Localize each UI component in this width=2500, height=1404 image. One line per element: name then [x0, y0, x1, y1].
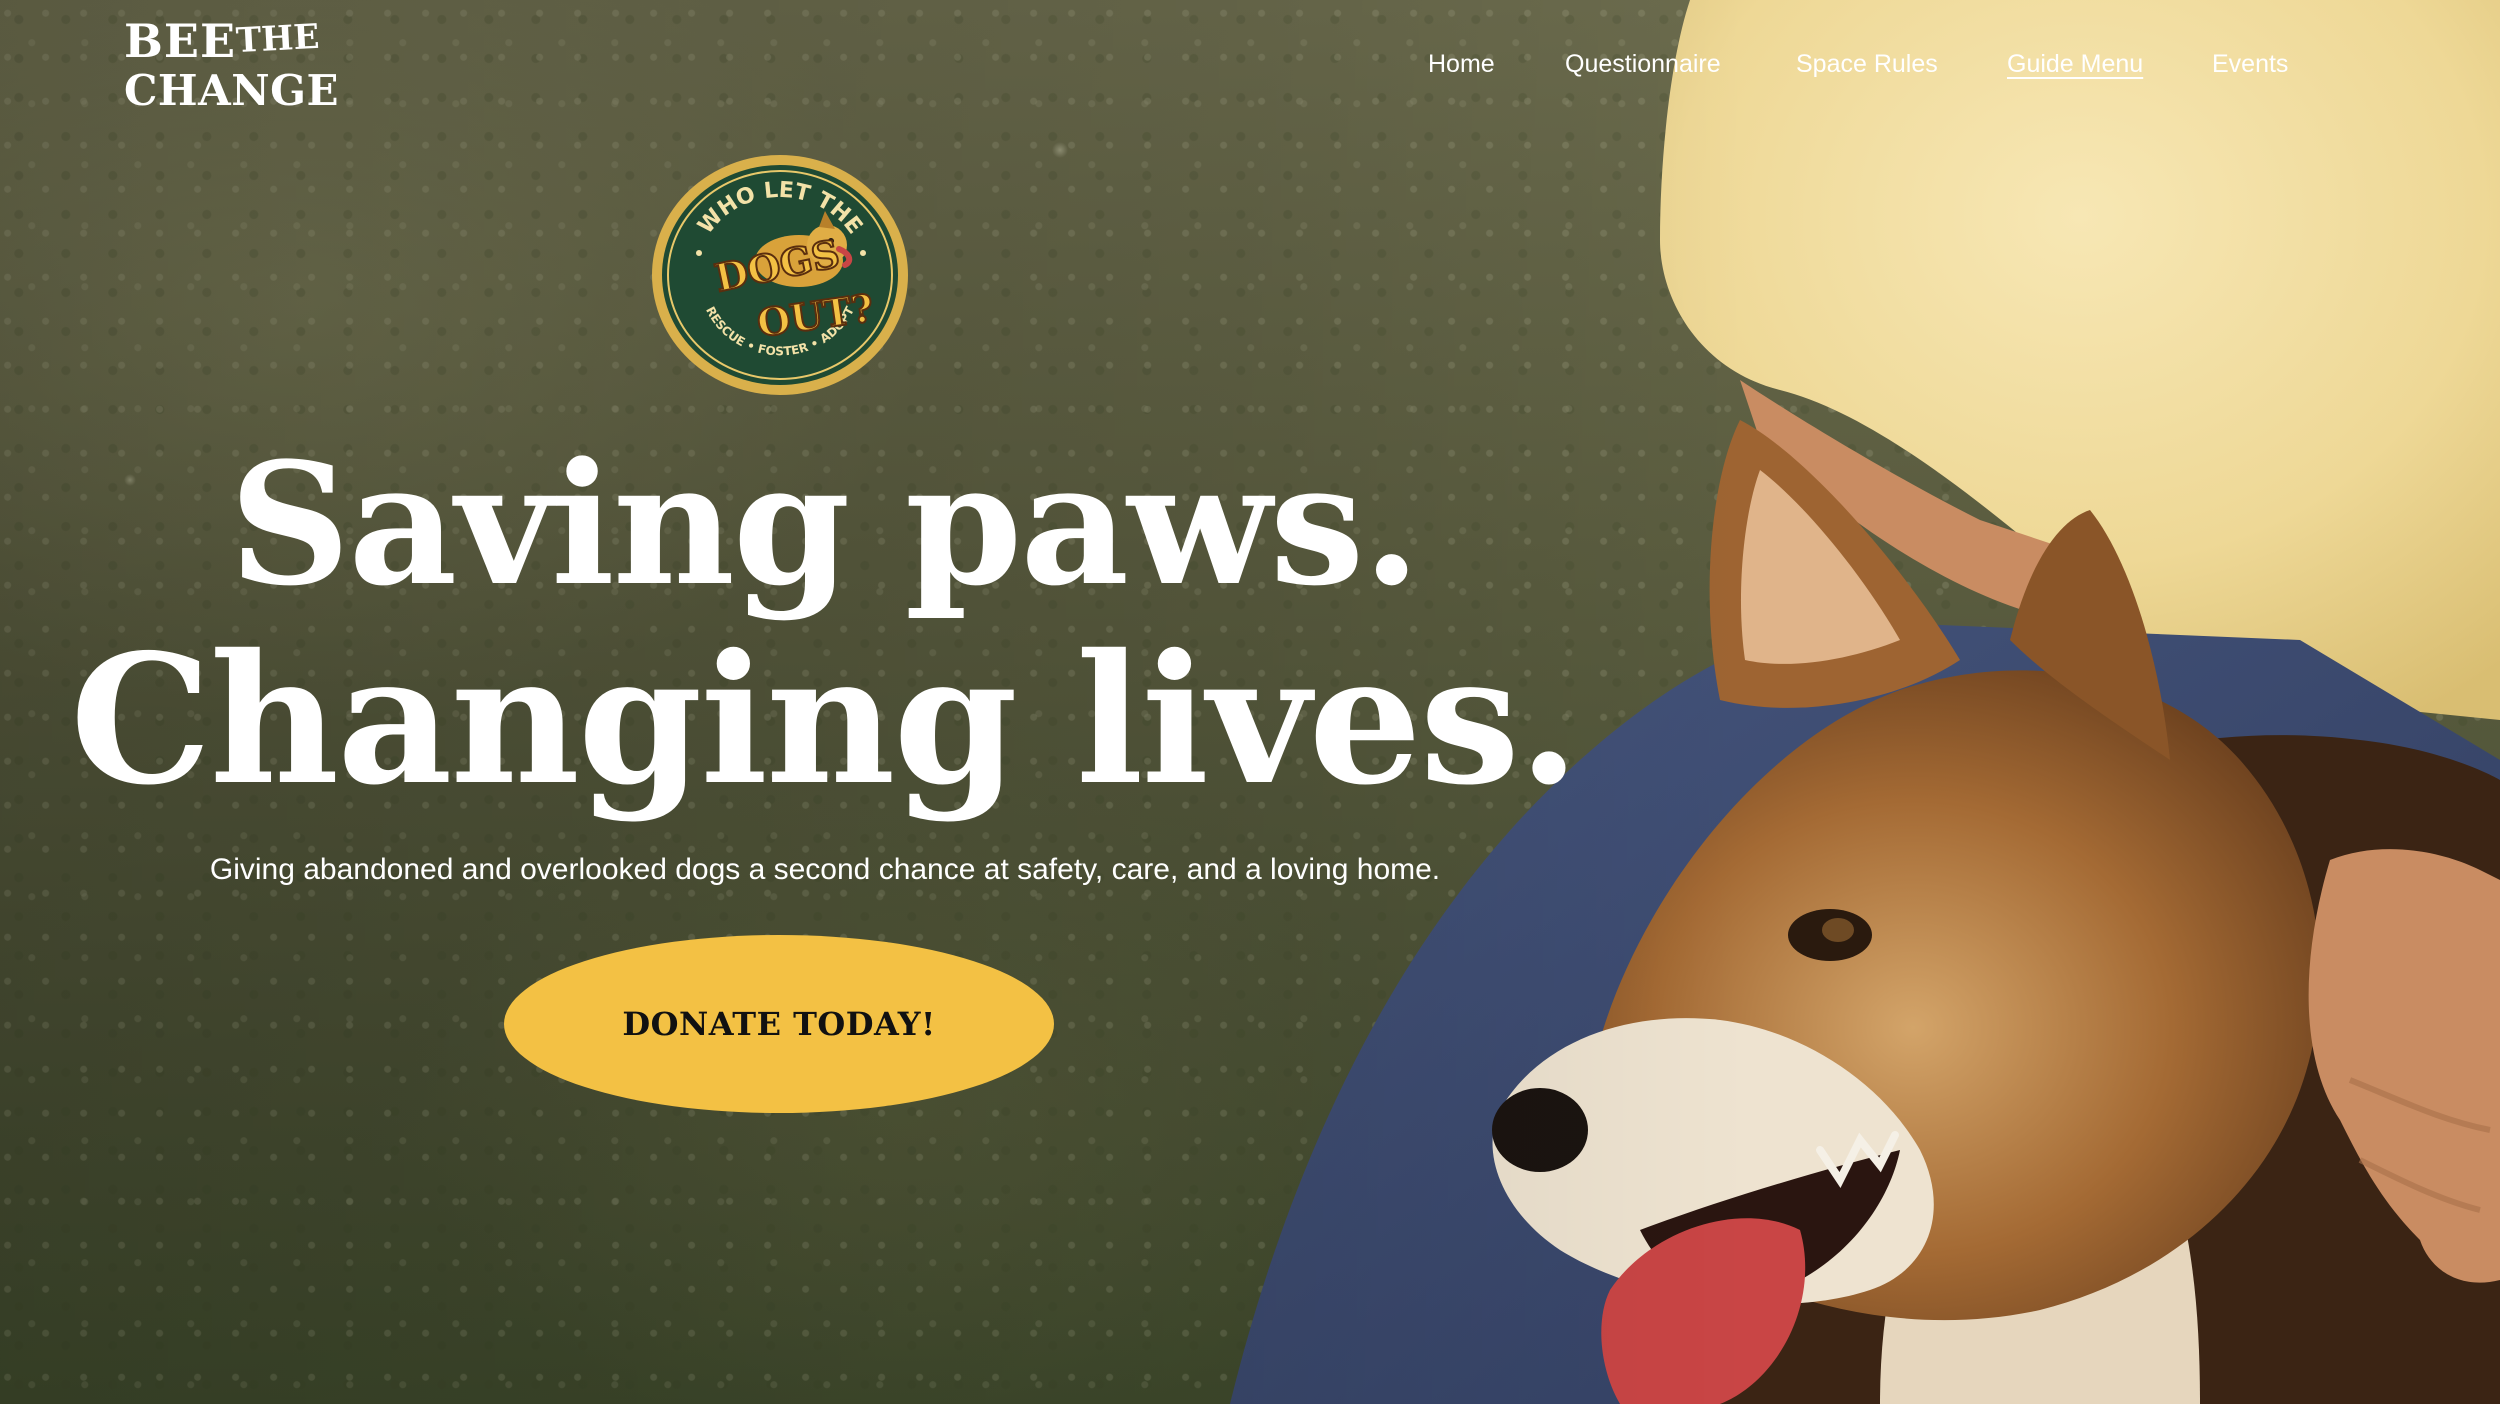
hero-headline-line2: Changing lives.: [70, 615, 1580, 824]
logo-word-change: CHANGE: [124, 66, 339, 115]
nav-events[interactable]: Events: [2212, 42, 2288, 86]
donate-button[interactable]: DONATE TODAY!: [504, 935, 1054, 1113]
nav-guide-menu[interactable]: Guide Menu: [2007, 42, 2143, 86]
hero-headline-line1: Saving paws.: [229, 425, 1421, 623]
nav-space-rules[interactable]: Space Rules: [1796, 42, 1938, 86]
nav-home[interactable]: Home: [1428, 42, 1495, 86]
logo-word-the: THE: [235, 16, 321, 62]
rescue-badge: WHO LET THE RESCUE • FOSTER • ADOPT DOGS…: [652, 155, 908, 395]
logo-word-bee: BEE: [124, 14, 237, 68]
hero-subtitle: Giving abandoned and overlooked dogs a s…: [209, 853, 1441, 886]
nav-questionnaire[interactable]: Questionnaire: [1565, 42, 1721, 86]
